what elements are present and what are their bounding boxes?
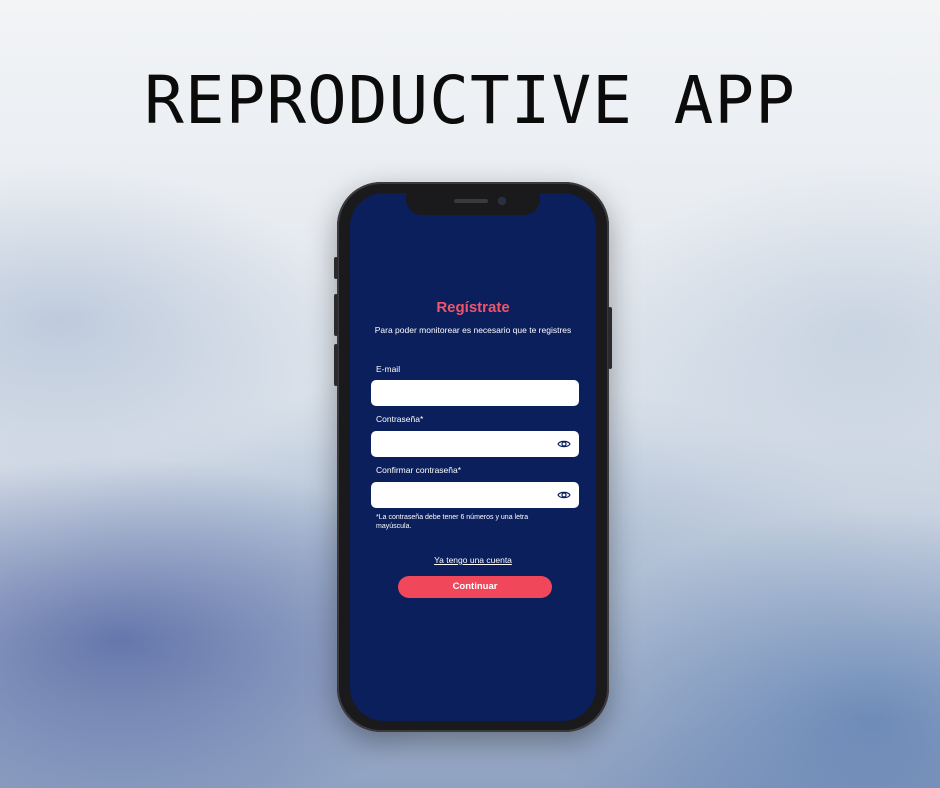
eye-icon[interactable] xyxy=(557,488,571,502)
app-screen: Regístrate Para poder monitorear es nece… xyxy=(350,193,596,721)
password-hint: *La contraseña debe tener 6 números y un… xyxy=(376,514,529,530)
confirm-password-label: Confirmar contraseña* xyxy=(376,465,462,475)
password-field[interactable] xyxy=(371,431,557,457)
camera-icon xyxy=(498,197,506,205)
screen-title: Regístrate xyxy=(436,299,510,316)
volume-up-button xyxy=(334,294,338,336)
email-field-box xyxy=(371,380,579,406)
power-button xyxy=(608,307,612,369)
eye-icon[interactable] xyxy=(557,437,571,451)
notch xyxy=(406,193,540,215)
password-label: Contraseña* xyxy=(376,414,424,424)
silent-switch xyxy=(334,257,338,279)
page-heading: REPRODUCTIVE APP xyxy=(144,62,796,139)
phone-mockup: Regístrate Para poder monitorear es nece… xyxy=(334,182,612,732)
email-field[interactable] xyxy=(371,380,557,406)
password-field-box xyxy=(371,431,579,457)
speaker-icon xyxy=(454,199,488,203)
login-link[interactable]: Ya tengo una cuenta xyxy=(350,555,596,565)
email-label: E-mail xyxy=(376,364,401,374)
volume-down-button xyxy=(334,344,338,386)
confirm-password-field-box xyxy=(371,482,579,508)
continue-button[interactable]: Continuar xyxy=(398,576,552,598)
screen-subtitle: Para poder monitorear es necesario que t… xyxy=(374,325,572,335)
confirm-password-field[interactable] xyxy=(371,482,557,508)
